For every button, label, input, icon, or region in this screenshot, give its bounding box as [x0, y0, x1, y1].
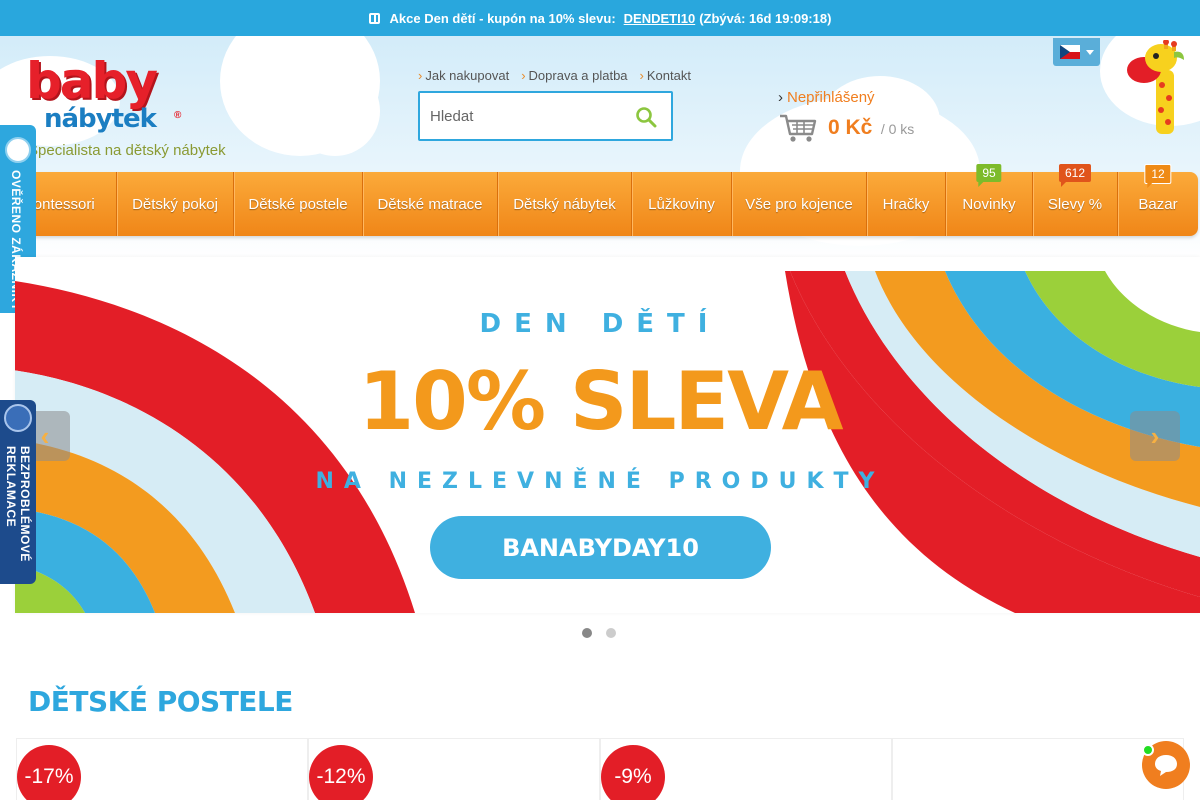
account-label: Nepřihlášený — [787, 89, 875, 106]
carousel-dot-2[interactable] — [606, 628, 616, 638]
top-links: › Jak nakupovat › Doprava a platba › Kontak… — [418, 68, 691, 83]
language-selector[interactable] — [1053, 38, 1100, 66]
search-icon[interactable] — [635, 106, 657, 128]
toplink-shipping[interactable]: › Doprava a platba — [521, 68, 627, 83]
promo-bar: Akce Den dětí - kupón na 10% slevu: DEND… — [0, 0, 1200, 36]
claims-seal-icon — [4, 404, 32, 432]
search-input[interactable] — [420, 93, 620, 139]
news-count-badge: 95 — [976, 164, 1002, 187]
product-card[interactable]: -9% — [600, 738, 892, 800]
nav-item-toys[interactable]: Hračky — [867, 172, 946, 236]
banner-coupon-button[interactable]: BANABYDAY10 — [430, 516, 771, 579]
nav-item-childrens-room[interactable]: Dětský pokoj — [117, 172, 234, 236]
chat-icon — [1155, 755, 1177, 776]
nav-item-infant-care[interactable]: Vše pro kojence — [732, 172, 867, 236]
verified-seal-icon — [5, 137, 31, 163]
discount-badge: -17% — [17, 745, 81, 800]
tagline: Specialista na dětský nábytek — [28, 142, 226, 159]
czech-flag-icon — [1059, 45, 1080, 59]
chevron-down-icon — [1085, 49, 1094, 55]
nav-item-news[interactable]: 95 Novinky — [946, 164, 1033, 236]
carousel-dots — [582, 628, 616, 638]
cart-icon — [780, 114, 817, 142]
product-card[interactable]: -12% — [308, 738, 600, 800]
account-link[interactable]: › Nepřihlášený — [778, 89, 875, 106]
nav-item-childrens-beds[interactable]: Dětské postele — [234, 172, 363, 236]
main-nav: Montessori Dětský pokoj Dětské postele D… — [0, 164, 1198, 236]
nav-item-bazaar[interactable]: 12 Bazar — [1118, 164, 1198, 236]
search-box — [418, 91, 673, 141]
discount-badge: -12% — [309, 745, 373, 800]
product-card[interactable]: -17% — [16, 738, 308, 800]
banner-subtitle-bottom: NA NEZLEVNĚNÉ PRODUKTY — [315, 469, 885, 494]
hassle-free-claims-widget[interactable]: BEZPROBLÉMOVÉ REKLAMACE — [0, 400, 36, 584]
promo-text: Akce Den dětí - kupón na 10% slevu: — [389, 10, 616, 26]
banner-subtitle-top: DEN DĚTÍ — [479, 309, 721, 339]
logo-nabytek-text: nábytek — [44, 104, 157, 134]
nav-item-childrens-furniture[interactable]: Dětský nábytek — [498, 172, 632, 236]
section-title: DĚTSKÉ POSTELE — [28, 685, 293, 718]
online-indicator — [1142, 744, 1154, 756]
hero-banner[interactable]: DEN DĚTÍ 10% SLEVA NA NEZLEVNĚNÉ PRODUKT… — [15, 257, 1200, 613]
nav-item-bedding[interactable]: Lůžkoviny — [632, 172, 732, 236]
cart-summary[interactable]: 0 Kč / 0 ks — [778, 112, 914, 144]
promo-remaining: (Zbývá: 16d 19:09:18) — [699, 10, 832, 26]
promo-code-link[interactable]: DENDETI10 — [624, 11, 696, 26]
chat-button[interactable] — [1142, 741, 1190, 789]
product-card[interactable] — [892, 738, 1184, 800]
gift-icon — [368, 12, 380, 24]
discount-badge: -9% — [601, 745, 665, 800]
nav-item-childrens-mattresses[interactable]: Dětské matrace — [363, 172, 498, 236]
carousel-next-button[interactable]: › — [1130, 411, 1180, 461]
carousel-dot-1[interactable] — [582, 628, 592, 638]
cart-price: 0 Kč — [828, 116, 873, 139]
bazaar-count-badge: 12 — [1144, 164, 1172, 188]
logo-baby-text: baby — [26, 52, 158, 110]
giraffe-mascot-icon — [1127, 40, 1184, 134]
logo-registered-mark: ® — [174, 110, 182, 121]
toplink-contact[interactable]: › Kontakt — [640, 68, 691, 83]
sale-count-badge: 612 — [1058, 164, 1092, 187]
product-grid: -17% -12% -9% — [16, 738, 1184, 800]
nav-item-sale[interactable]: 612 Slevy % — [1033, 164, 1118, 236]
claims-label: BEZPROBLÉMOVÉ REKLAMACE — [4, 446, 32, 562]
banner-headline: 10% SLEVA — [358, 355, 844, 448]
cart-count: / 0 ks — [880, 121, 915, 137]
toplink-how-to-buy[interactable]: › Jak nakupovat — [418, 68, 509, 83]
